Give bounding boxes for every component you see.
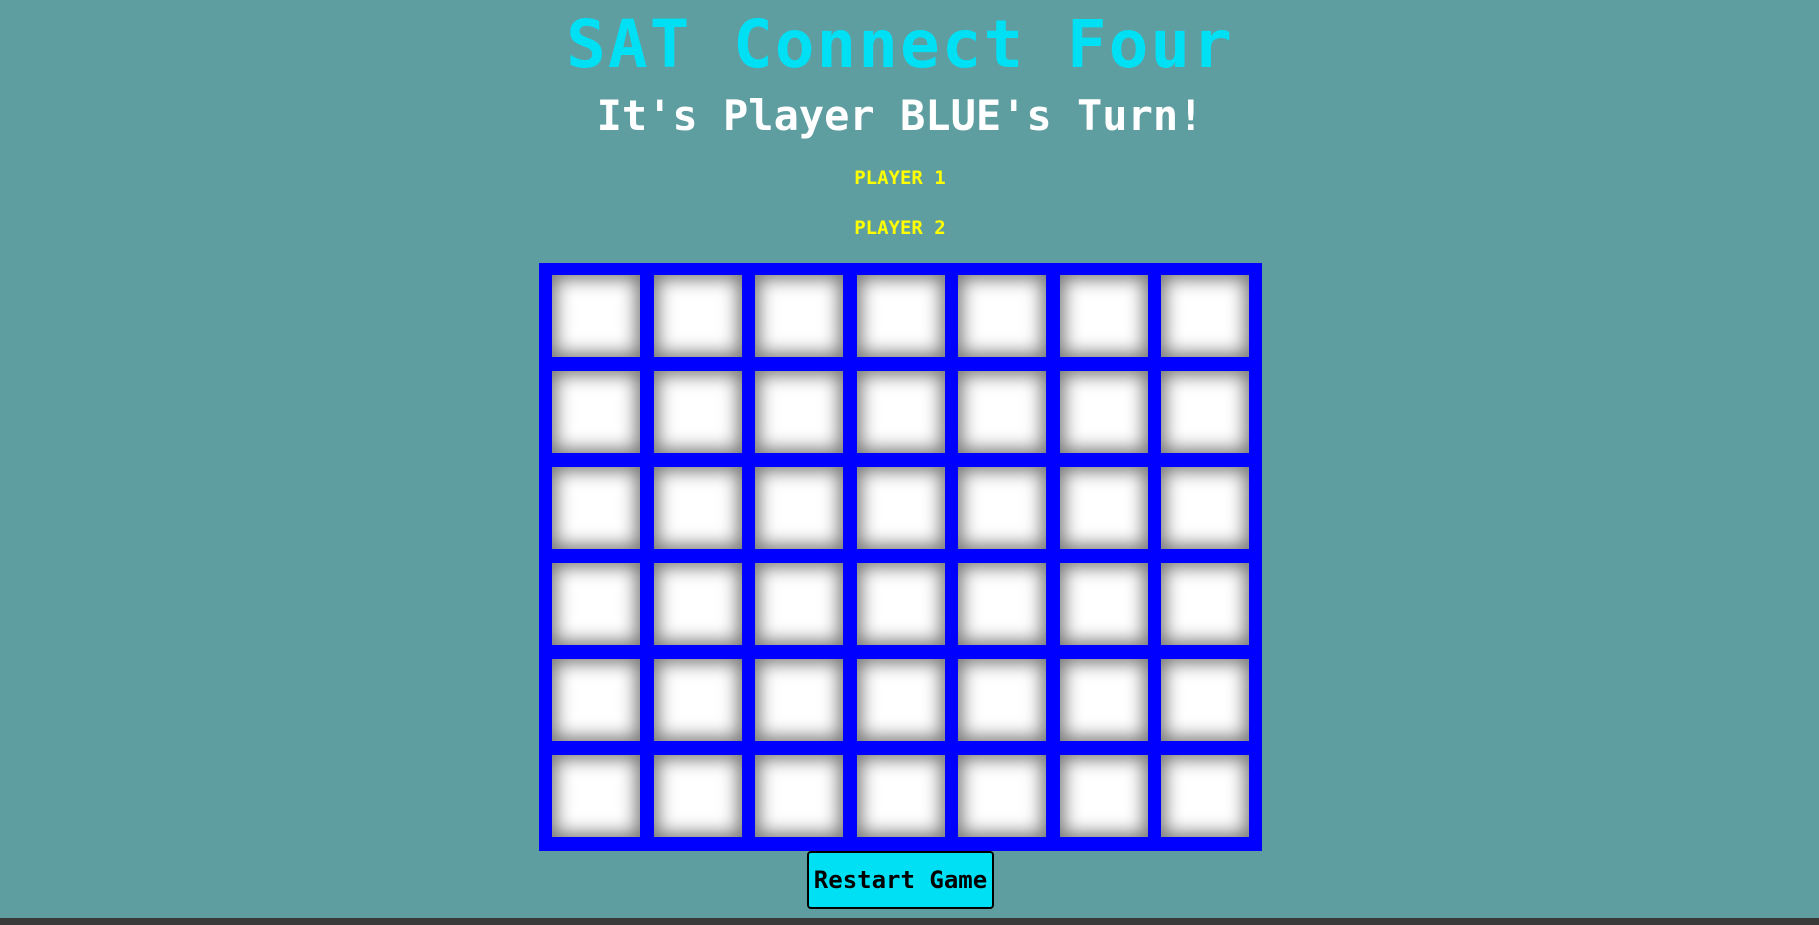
- board-cell[interactable]: [653, 563, 742, 645]
- board-cell[interactable]: [653, 659, 742, 741]
- board-cell[interactable]: [755, 467, 843, 549]
- game-page: SAT Connect Four It's Player BLUE's Turn…: [0, 0, 1819, 918]
- board-cell[interactable]: [1161, 755, 1249, 837]
- board-cell[interactable]: [856, 659, 945, 741]
- board-cell[interactable]: [1161, 467, 1249, 549]
- board-cell[interactable]: [958, 563, 1046, 645]
- board-cell[interactable]: [1059, 371, 1148, 453]
- bottom-edge-bar: [0, 918, 1819, 925]
- player-1-label: PLAYER 1: [854, 167, 946, 189]
- board-cell[interactable]: [856, 371, 945, 453]
- board-cell[interactable]: [653, 755, 742, 837]
- board-cell[interactable]: [1059, 659, 1148, 741]
- board-cell[interactable]: [755, 371, 843, 453]
- board-cell[interactable]: [552, 467, 640, 549]
- game-board: [539, 263, 1262, 851]
- board-cell[interactable]: [653, 275, 742, 357]
- board-cell[interactable]: [755, 659, 843, 741]
- board-cell[interactable]: [1161, 659, 1249, 741]
- board-cell[interactable]: [1161, 563, 1249, 645]
- board-cell[interactable]: [856, 275, 945, 357]
- board-cell[interactable]: [958, 659, 1046, 741]
- board-cell[interactable]: [552, 371, 640, 453]
- board-cell[interactable]: [755, 755, 843, 837]
- board-cell[interactable]: [755, 275, 843, 357]
- board-cell[interactable]: [958, 371, 1046, 453]
- board-cell[interactable]: [1059, 755, 1148, 837]
- board-cell[interactable]: [1161, 371, 1249, 453]
- board-cell[interactable]: [552, 755, 640, 837]
- board-cell[interactable]: [1059, 563, 1148, 645]
- board-cell[interactable]: [958, 467, 1046, 549]
- board-cell[interactable]: [755, 563, 843, 645]
- board-cell[interactable]: [552, 275, 640, 357]
- board-cell[interactable]: [856, 563, 945, 645]
- restart-game-button[interactable]: Restart Game: [807, 851, 994, 909]
- board-cell[interactable]: [1161, 275, 1249, 357]
- board-cell[interactable]: [1059, 467, 1148, 549]
- board-cell[interactable]: [856, 467, 945, 549]
- board-cell[interactable]: [1059, 275, 1148, 357]
- board-cell[interactable]: [552, 563, 640, 645]
- board-cell[interactable]: [856, 755, 945, 837]
- board-cell[interactable]: [552, 659, 640, 741]
- turn-indicator: It's Player BLUE's Turn!: [596, 91, 1204, 140]
- board-cell[interactable]: [958, 755, 1046, 837]
- game-title: SAT Connect Four: [566, 6, 1234, 83]
- board-cell[interactable]: [653, 371, 742, 453]
- player-2-label: PLAYER 2: [854, 217, 946, 239]
- board-cell[interactable]: [958, 275, 1046, 357]
- board-cell[interactable]: [653, 467, 742, 549]
